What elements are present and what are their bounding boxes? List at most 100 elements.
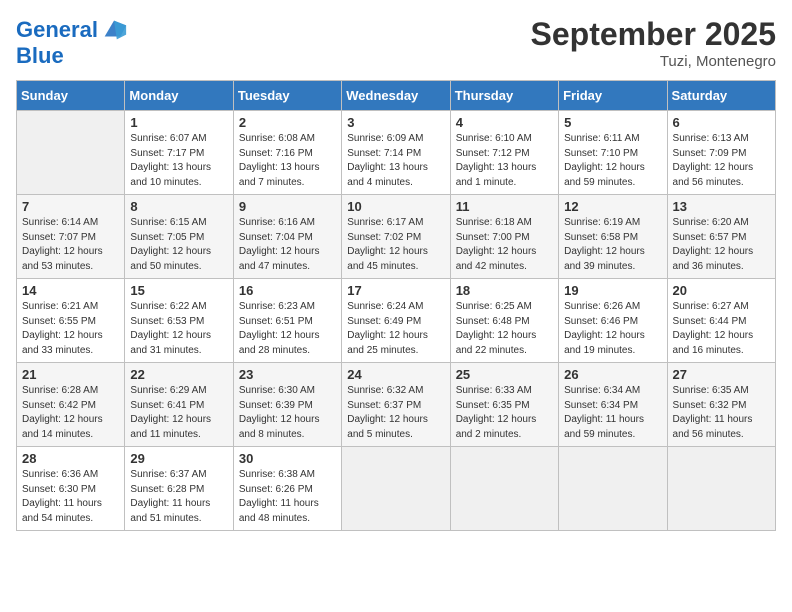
sunrise-text: Sunrise: 6:32 AM xyxy=(347,384,444,399)
day-detail: Sunrise: 6:28 AMSunset: 6:42 PMDaylight:… xyxy=(22,384,119,442)
day-number: 13 xyxy=(673,199,770,214)
daylight-text: Daylight: 12 hours and 33 minutes. xyxy=(22,329,119,358)
sunset-text: Sunset: 6:30 PM xyxy=(22,483,119,498)
day-detail: Sunrise: 6:24 AMSunset: 6:49 PMDaylight:… xyxy=(347,300,444,358)
sunrise-text: Sunrise: 6:26 AM xyxy=(564,300,661,315)
calendar-cell: 17Sunrise: 6:24 AMSunset: 6:49 PMDayligh… xyxy=(342,279,450,363)
sunrise-text: Sunrise: 6:11 AM xyxy=(564,132,661,147)
calendar-table: SundayMondayTuesdayWednesdayThursdayFrid… xyxy=(16,80,776,531)
sunset-text: Sunset: 7:12 PM xyxy=(456,147,553,162)
daylight-text: Daylight: 12 hours and 11 minutes. xyxy=(130,413,227,442)
sunrise-text: Sunrise: 6:15 AM xyxy=(130,216,227,231)
day-number: 28 xyxy=(22,451,119,466)
calendar-cell: 24 Sunrise: 6:32 AMSunset: 6:37 PMDayligh… xyxy=(342,363,450,447)
calendar-cell xyxy=(342,447,450,531)
calendar-cell xyxy=(450,447,558,531)
sunrise-text: Sunrise: 6:34 AM xyxy=(564,384,661,399)
day-number: 19 xyxy=(564,283,661,298)
calendar-cell: 10Sunrise: 6:17 AMSunset: 7:02 PMDayligh… xyxy=(342,195,450,279)
day-number: 30 xyxy=(239,451,336,466)
sunset-text: Sunset: 6:57 PM xyxy=(673,231,770,246)
day-detail: Sunrise: 6:07 AMSunset: 7:17 PMDaylight:… xyxy=(130,132,227,190)
day-number: 8 xyxy=(130,199,227,214)
calendar-cell: 14Sunrise: 6:21 AMSunset: 6:55 PMDayligh… xyxy=(17,279,125,363)
sunrise-text: Sunrise: 6:09 AM xyxy=(347,132,444,147)
sunset-text: Sunset: 6:26 PM xyxy=(239,483,336,498)
day-detail: Sunrise: 6:10 AMSunset: 7:12 PMDaylight:… xyxy=(456,132,553,190)
sunset-text: Sunset: 7:07 PM xyxy=(22,231,119,246)
logo-icon xyxy=(100,16,128,44)
calendar-cell: 19Sunrise: 6:26 AMSunset: 6:46 PMDayligh… xyxy=(559,279,667,363)
logo: General Blue xyxy=(16,16,128,68)
calendar-cell: 1 Sunrise: 6:07 AMSunset: 7:17 PMDaylight… xyxy=(125,111,233,195)
calendar-cell: 5Sunrise: 6:11 AMSunset: 7:10 PMDaylight… xyxy=(559,111,667,195)
day-detail: Sunrise: 6:23 AMSunset: 6:51 PMDaylight:… xyxy=(239,300,336,358)
title-block: September 2025 Tuzi, Montenegro xyxy=(531,16,776,70)
calendar-cell: 3Sunrise: 6:09 AMSunset: 7:14 PMDaylight… xyxy=(342,111,450,195)
daylight-text: Daylight: 12 hours and 39 minutes. xyxy=(564,245,661,274)
calendar-cell: 9Sunrise: 6:16 AMSunset: 7:04 PMDaylight… xyxy=(233,195,341,279)
day-number: 22 xyxy=(130,367,227,382)
day-number: 12 xyxy=(564,199,661,214)
calendar-cell: 6Sunrise: 6:13 AMSunset: 7:09 PMDaylight… xyxy=(667,111,775,195)
calendar-cell: 15Sunrise: 6:22 AMSunset: 6:53 PMDayligh… xyxy=(125,279,233,363)
calendar-cell: 13Sunrise: 6:20 AMSunset: 6:57 PMDayligh… xyxy=(667,195,775,279)
calendar-cell: 2Sunrise: 6:08 AMSunset: 7:16 PMDaylight… xyxy=(233,111,341,195)
daylight-text: Daylight: 11 hours and 59 minutes. xyxy=(564,413,661,442)
sunrise-text: Sunrise: 6:22 AM xyxy=(130,300,227,315)
calendar-week-3: 14Sunrise: 6:21 AMSunset: 6:55 PMDayligh… xyxy=(17,279,776,363)
sunset-text: Sunset: 6:32 PM xyxy=(673,399,770,414)
calendar-cell: 22 Sunrise: 6:29 AMSunset: 6:41 PMDayligh… xyxy=(125,363,233,447)
sunrise-text: Sunrise: 6:30 AM xyxy=(239,384,336,399)
sunset-text: Sunset: 6:46 PM xyxy=(564,315,661,330)
day-number: 10 xyxy=(347,199,444,214)
sunrise-text: Sunrise: 6:27 AM xyxy=(673,300,770,315)
day-number: 2 xyxy=(239,115,336,130)
day-detail: Sunrise: 6:29 AMSunset: 6:41 PMDaylight:… xyxy=(130,384,227,442)
daylight-text: Daylight: 12 hours and 5 minutes. xyxy=(347,413,444,442)
calendar-cell xyxy=(17,111,125,195)
sunset-text: Sunset: 6:58 PM xyxy=(564,231,661,246)
page-header: General Blue September 2025 Tuzi, Monten… xyxy=(16,16,776,70)
daylight-text: Daylight: 12 hours and 42 minutes. xyxy=(456,245,553,274)
header-day-monday: Monday xyxy=(125,81,233,111)
daylight-text: Daylight: 12 hours and 53 minutes. xyxy=(22,245,119,274)
calendar-cell: 26Sunrise: 6:34 AMSunset: 6:34 PMDayligh… xyxy=(559,363,667,447)
day-number: 20 xyxy=(673,283,770,298)
daylight-text: Daylight: 11 hours and 56 minutes. xyxy=(673,413,770,442)
day-detail: Sunrise: 6:15 AMSunset: 7:05 PMDaylight:… xyxy=(130,216,227,274)
day-number: 24 xyxy=(347,367,444,382)
calendar-cell: 18Sunrise: 6:25 AMSunset: 6:48 PMDayligh… xyxy=(450,279,558,363)
sunset-text: Sunset: 7:05 PM xyxy=(130,231,227,246)
calendar-week-4: 21Sunrise: 6:28 AMSunset: 6:42 PMDayligh… xyxy=(17,363,776,447)
sunset-text: Sunset: 6:48 PM xyxy=(456,315,553,330)
day-detail: Sunrise: 6:09 AMSunset: 7:14 PMDaylight:… xyxy=(347,132,444,190)
header-day-friday: Friday xyxy=(559,81,667,111)
day-number: 4 xyxy=(456,115,553,130)
calendar-cell: 28 Sunrise: 6:36 AMSunset: 6:30 PMDayligh… xyxy=(17,447,125,531)
sunset-text: Sunset: 6:37 PM xyxy=(347,399,444,414)
daylight-text: Daylight: 12 hours and 25 minutes. xyxy=(347,329,444,358)
sunrise-text: Sunrise: 6:36 AM xyxy=(22,468,119,483)
daylight-text: Daylight: 12 hours and 59 minutes. xyxy=(564,161,661,190)
calendar-cell: 23Sunrise: 6:30 AMSunset: 6:39 PMDayligh… xyxy=(233,363,341,447)
calendar-cell: 27Sunrise: 6:35 AMSunset: 6:32 PMDayligh… xyxy=(667,363,775,447)
calendar-cell: 29Sunrise: 6:37 AMSunset: 6:28 PMDayligh… xyxy=(125,447,233,531)
sunset-text: Sunset: 7:16 PM xyxy=(239,147,336,162)
sunrise-text: Sunrise: 6:35 AM xyxy=(673,384,770,399)
daylight-text: Daylight: 12 hours and 45 minutes. xyxy=(347,245,444,274)
day-number: 1 xyxy=(130,115,227,130)
header-day-tuesday: Tuesday xyxy=(233,81,341,111)
sunrise-text: Sunrise: 6:28 AM xyxy=(22,384,119,399)
day-detail: Sunrise: 6:38 AMSunset: 6:26 PMDaylight:… xyxy=(239,468,336,526)
sunset-text: Sunset: 7:14 PM xyxy=(347,147,444,162)
daylight-text: Daylight: 13 hours and 10 minutes. xyxy=(130,161,227,190)
day-number: 15 xyxy=(130,283,227,298)
day-detail: Sunrise: 6:36 AMSunset: 6:30 PMDaylight:… xyxy=(22,468,119,526)
daylight-text: Daylight: 12 hours and 16 minutes. xyxy=(673,329,770,358)
daylight-text: Daylight: 12 hours and 36 minutes. xyxy=(673,245,770,274)
sunrise-text: Sunrise: 6:33 AM xyxy=(456,384,553,399)
day-detail: Sunrise: 6:27 AMSunset: 6:44 PMDaylight:… xyxy=(673,300,770,358)
calendar-header-row: SundayMondayTuesdayWednesdayThursdayFrid… xyxy=(17,81,776,111)
sunrise-text: Sunrise: 6:19 AM xyxy=(564,216,661,231)
